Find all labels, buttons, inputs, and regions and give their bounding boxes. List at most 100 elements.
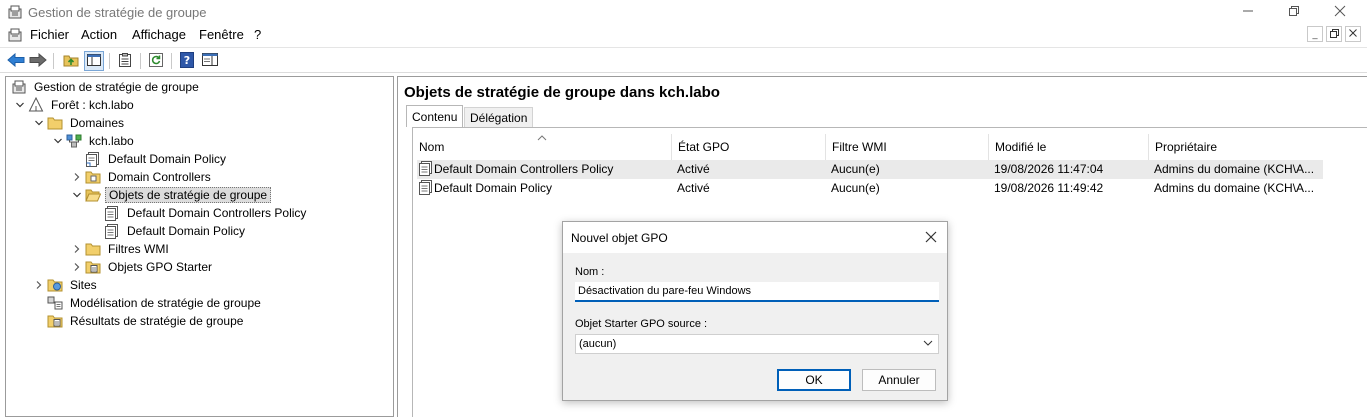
tree-item-label: Domaines xyxy=(70,116,125,130)
tree-item[interactable]: Résultats de stratégie de groupe xyxy=(32,312,246,330)
cell-filtre: Aucun(e) xyxy=(831,162,880,176)
tree-item-label: Objets de stratégie de groupe xyxy=(105,187,272,203)
tree-item-label: Sites xyxy=(70,278,97,292)
tree-item-label: Résultats de stratégie de groupe xyxy=(70,314,244,328)
toolbar-separator xyxy=(109,53,110,69)
properties-button[interactable] xyxy=(115,51,135,71)
gpo-icon xyxy=(103,205,121,221)
domain-icon xyxy=(65,133,83,149)
tree-item[interactable]: Modélisation de stratégie de groupe xyxy=(32,294,264,312)
gpo-link-icon xyxy=(84,151,102,167)
console-view-icon xyxy=(202,53,218,69)
show-hide-tree-button[interactable] xyxy=(84,51,104,71)
back-arrow-icon xyxy=(7,52,25,70)
table-row[interactable]: Default Domain Controllers Policy Activé… xyxy=(417,160,1323,179)
minimize-button[interactable] xyxy=(1225,0,1271,24)
tree-item[interactable]: Default Domain Policy xyxy=(70,150,229,168)
tree-item-label: Objets GPO Starter xyxy=(108,260,213,274)
column-header-modifie[interactable]: Modifié le xyxy=(989,134,1149,160)
menu-help[interactable]: ? xyxy=(254,27,261,42)
chevron-down-icon[interactable] xyxy=(13,100,27,110)
chevron-down-icon[interactable] xyxy=(70,190,84,200)
forward-arrow-icon xyxy=(29,52,47,70)
gpmc-icon xyxy=(10,79,28,95)
child-restore-button[interactable] xyxy=(1326,26,1342,42)
new-gpo-dialog: Nouvel objet GPO Nom : Objet Starter GPO… xyxy=(562,221,948,401)
tree-item[interactable]: Domain Controllers xyxy=(70,168,214,186)
console-tree: Gestion de stratégie de groupe Forêt : kc… xyxy=(5,76,394,417)
column-header-etat[interactable]: État GPO xyxy=(672,134,826,160)
tree-item[interactable]: Objets de stratégie de groupe xyxy=(70,186,272,204)
results-icon xyxy=(46,313,64,329)
gpmc-icon xyxy=(7,4,23,23)
gpo-icon xyxy=(419,180,433,198)
chevron-right-icon[interactable] xyxy=(70,244,84,254)
close-icon xyxy=(1349,29,1357,39)
dialog-close-button[interactable] xyxy=(919,227,943,249)
close-icon xyxy=(925,231,937,246)
tree-item[interactable]: Gestion de stratégie de groupe xyxy=(10,78,202,96)
restore-button[interactable] xyxy=(1271,0,1317,24)
close-button[interactable] xyxy=(1317,0,1363,24)
restore-icon xyxy=(1329,28,1339,40)
up-one-level-button[interactable] xyxy=(61,51,81,71)
tab-delegation[interactable]: Délégation xyxy=(464,107,534,127)
column-header-filtre[interactable]: Filtre WMI xyxy=(826,134,989,160)
gpo-icon xyxy=(419,161,433,179)
folder-icon xyxy=(84,241,102,257)
menu-fichier[interactable]: Fichier xyxy=(30,27,69,42)
ou-icon xyxy=(84,169,102,185)
chevron-right-icon[interactable] xyxy=(32,280,46,290)
menu-action[interactable]: Action xyxy=(81,27,117,42)
back-button[interactable] xyxy=(6,51,26,71)
menu-affichage[interactable]: Affichage xyxy=(132,27,186,42)
refresh-button[interactable] xyxy=(146,51,166,71)
chevron-down-icon[interactable] xyxy=(32,118,46,128)
cancel-button[interactable]: Annuler xyxy=(862,369,936,391)
tree-item[interactable]: Default Domain Policy xyxy=(89,222,248,240)
starter-gpo-icon xyxy=(84,259,102,275)
tree-item-label: Default Domain Policy xyxy=(127,224,246,238)
help-icon: ? xyxy=(180,51,194,71)
console-view-button[interactable] xyxy=(200,51,220,71)
tree-item[interactable]: Domaines xyxy=(32,114,127,132)
chevron-down-icon[interactable] xyxy=(51,136,65,146)
tree-item[interactable]: Default Domain Controllers Policy xyxy=(89,204,309,222)
toolbar: ? xyxy=(0,47,1367,73)
forward-button[interactable] xyxy=(28,51,48,71)
ok-button[interactable]: OK xyxy=(777,369,851,391)
properties-icon xyxy=(119,52,131,70)
tree-item[interactable]: Filtres WMI xyxy=(70,240,172,258)
tab-contenu[interactable]: Contenu xyxy=(406,105,464,127)
svg-text:?: ? xyxy=(184,54,190,67)
tree-item-label: Gestion de stratégie de groupe xyxy=(34,80,199,94)
minimize-icon: _ xyxy=(1312,29,1318,39)
table-row[interactable]: Default Domain Policy Activé Aucun(e) 19… xyxy=(417,179,1323,198)
tree-item[interactable]: Objets GPO Starter xyxy=(70,258,215,276)
tree-item[interactable]: Sites xyxy=(32,276,100,294)
tree-item[interactable]: Forêt : kch.labo xyxy=(13,96,137,114)
restore-icon xyxy=(1288,5,1300,20)
tree-item[interactable]: kch.labo xyxy=(51,132,137,150)
toolbar-separator xyxy=(53,53,54,69)
cell-nom: Default Domain Policy xyxy=(434,181,553,195)
help-button[interactable]: ? xyxy=(177,51,197,71)
up-folder-icon xyxy=(63,53,79,70)
child-close-button[interactable] xyxy=(1345,26,1361,42)
starter-gpo-select[interactable]: (aucun) xyxy=(575,334,939,354)
toolbar-separator xyxy=(171,53,172,69)
column-header-nom[interactable]: Nom xyxy=(413,134,672,160)
folder-icon xyxy=(46,115,64,131)
gpo-name-input[interactable] xyxy=(575,282,939,302)
menu-fenetre[interactable]: Fenêtre xyxy=(199,27,244,42)
column-header-proprietaire[interactable]: Propriétaire xyxy=(1149,134,1329,160)
gpo-icon xyxy=(103,223,121,239)
console-icon[interactable] xyxy=(7,27,23,46)
chevron-right-icon[interactable] xyxy=(70,172,84,182)
name-label: Nom : xyxy=(575,266,605,278)
tree-item-label: Domain Controllers xyxy=(108,170,211,184)
sites-icon xyxy=(46,277,64,293)
child-minimize-button[interactable]: _ xyxy=(1307,26,1323,42)
chevron-right-icon[interactable] xyxy=(70,262,84,272)
tree-item-label: kch.labo xyxy=(89,134,134,148)
